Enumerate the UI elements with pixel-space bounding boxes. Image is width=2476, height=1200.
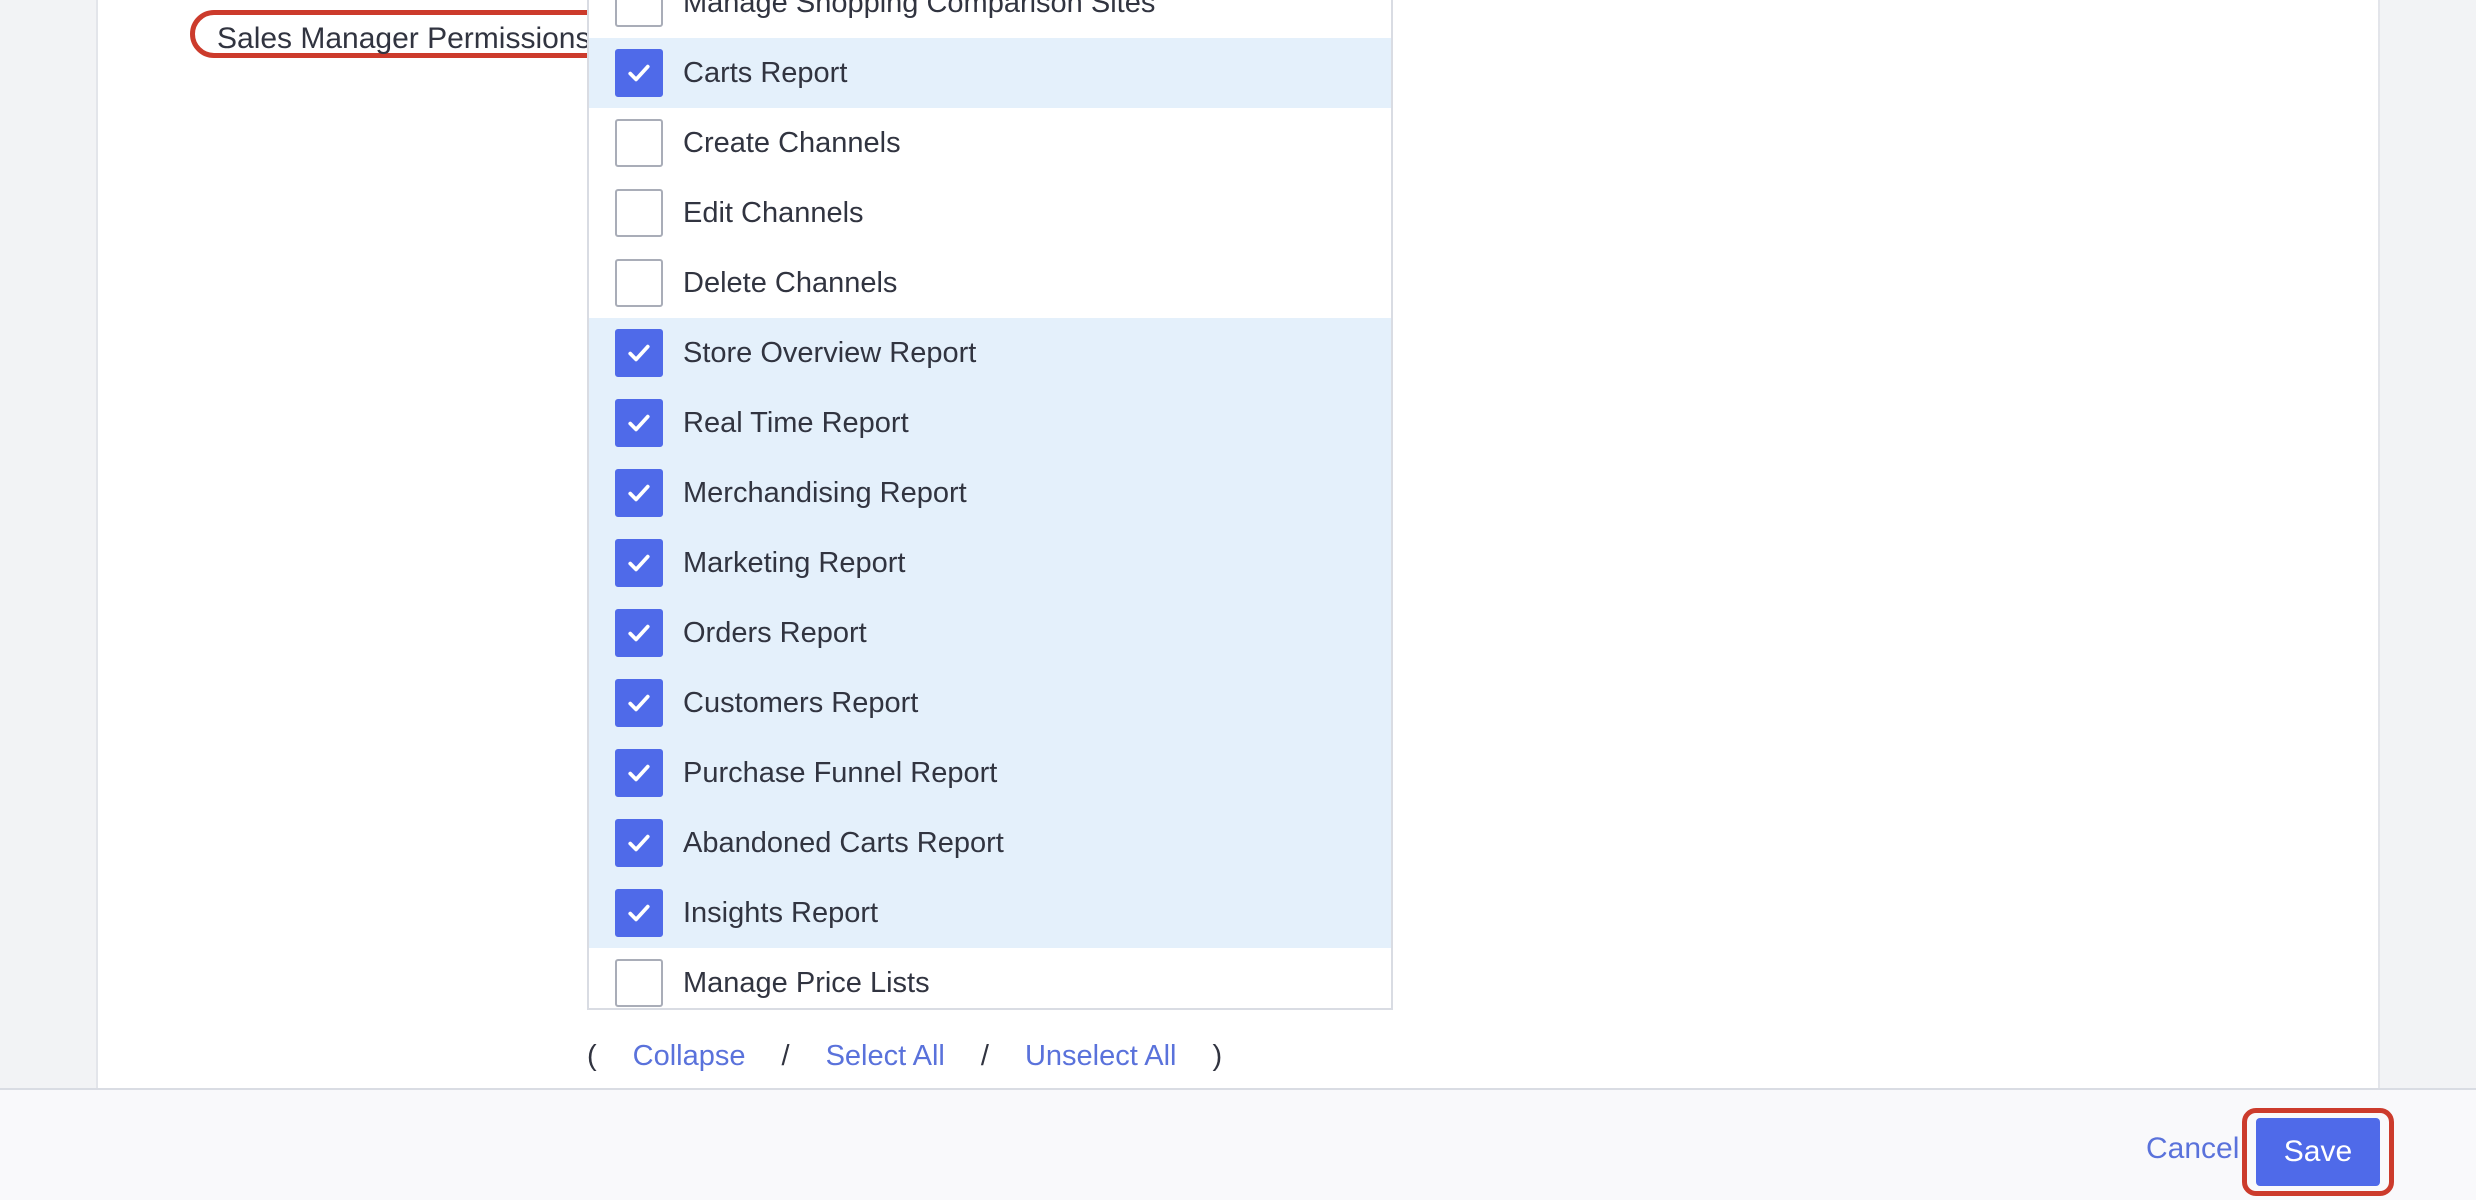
permission-label: Delete Channels	[683, 266, 898, 299]
permission-row[interactable]: Edit Channels	[589, 178, 1391, 248]
select-all-link[interactable]: Select All	[826, 1040, 945, 1073]
permission-row[interactable]: Real Time Report	[589, 388, 1391, 458]
permission-row[interactable]: Abandoned Carts Report	[589, 808, 1391, 878]
permission-label: Carts Report	[683, 56, 848, 89]
check-icon	[628, 64, 650, 82]
permission-row[interactable]: Marketing Report	[589, 528, 1391, 598]
checkbox-unchecked[interactable]	[615, 189, 663, 237]
unselect-all-link[interactable]: Unselect All	[1025, 1040, 1177, 1073]
permission-row[interactable]: Delete Channels	[589, 248, 1391, 318]
checkbox-checked[interactable]	[615, 399, 663, 447]
permission-label: Marketing Report	[683, 546, 906, 579]
check-icon	[628, 764, 650, 782]
permission-row[interactable]: Customers Report	[589, 668, 1391, 738]
permission-row[interactable]: Create Channels	[589, 108, 1391, 178]
checkbox-checked[interactable]	[615, 609, 663, 657]
permission-row[interactable]: Purchase Funnel Report	[589, 738, 1391, 808]
permission-row[interactable]: Store Overview Report	[589, 318, 1391, 388]
separator: /	[980, 1039, 989, 1072]
checkbox-checked[interactable]	[615, 889, 663, 937]
permission-label: Create Channels	[683, 126, 901, 159]
checkbox-checked[interactable]	[615, 819, 663, 867]
checkbox-checked[interactable]	[615, 469, 663, 517]
checkbox-checked[interactable]	[615, 749, 663, 797]
checkbox-checked[interactable]	[615, 329, 663, 377]
permission-label: Edit Channels	[683, 196, 864, 229]
checkbox-unchecked[interactable]	[615, 959, 663, 1007]
checkbox-unchecked[interactable]	[615, 0, 663, 27]
checkbox-unchecked[interactable]	[615, 119, 663, 167]
check-icon	[628, 834, 650, 852]
permission-row[interactable]: Merchandising Report	[589, 458, 1391, 528]
check-icon	[628, 904, 650, 922]
permission-row[interactable]: Manage Price Lists	[589, 948, 1391, 1008]
permission-label: Merchandising Report	[683, 476, 967, 509]
check-icon	[628, 554, 650, 572]
permission-row[interactable]: Carts Report	[589, 38, 1391, 108]
separator: /	[781, 1039, 790, 1072]
permission-group-label: Sales Manager Permissions	[190, 10, 618, 58]
permissions-list: Manage Shopping Comparison Sites Carts Re…	[587, 0, 1393, 1010]
save-button[interactable]: Save	[2256, 1118, 2380, 1186]
checkbox-checked[interactable]	[615, 679, 663, 727]
check-icon	[628, 624, 650, 642]
permission-label: Purchase Funnel Report	[683, 756, 998, 789]
page: Sales Manager Permissions Manage Shoppin…	[0, 0, 2476, 1200]
collapse-link[interactable]: Collapse	[633, 1040, 746, 1073]
permission-label: Real Time Report	[683, 406, 909, 439]
permission-row[interactable]: Orders Report	[589, 598, 1391, 668]
checkbox-unchecked[interactable]	[615, 259, 663, 307]
checkbox-checked[interactable]	[615, 539, 663, 587]
open-paren: (	[587, 1039, 597, 1072]
bulk-actions: ( Collapse / Select All / Unselect All )	[587, 1036, 1222, 1076]
close-paren: )	[1212, 1039, 1223, 1072]
check-icon	[628, 344, 650, 362]
permission-label: Orders Report	[683, 616, 867, 649]
permission-label: Manage Shopping Comparison Sites	[683, 0, 1156, 19]
permission-row[interactable]: Insights Report	[589, 878, 1391, 948]
permission-label: Store Overview Report	[683, 336, 977, 369]
check-icon	[628, 484, 650, 502]
check-icon	[628, 694, 650, 712]
permission-label: Customers Report	[683, 686, 919, 719]
check-icon	[628, 414, 650, 432]
permission-label: Manage Price Lists	[683, 966, 930, 999]
permission-label: Insights Report	[683, 896, 879, 929]
cancel-button[interactable]: Cancel	[2146, 1132, 2239, 1166]
checkbox-checked[interactable]	[615, 49, 663, 97]
form-footer: Cancel Save	[0, 1088, 2476, 1200]
permission-label: Abandoned Carts Report	[683, 826, 1004, 859]
permission-row[interactable]: Manage Shopping Comparison Sites	[589, 0, 1391, 38]
